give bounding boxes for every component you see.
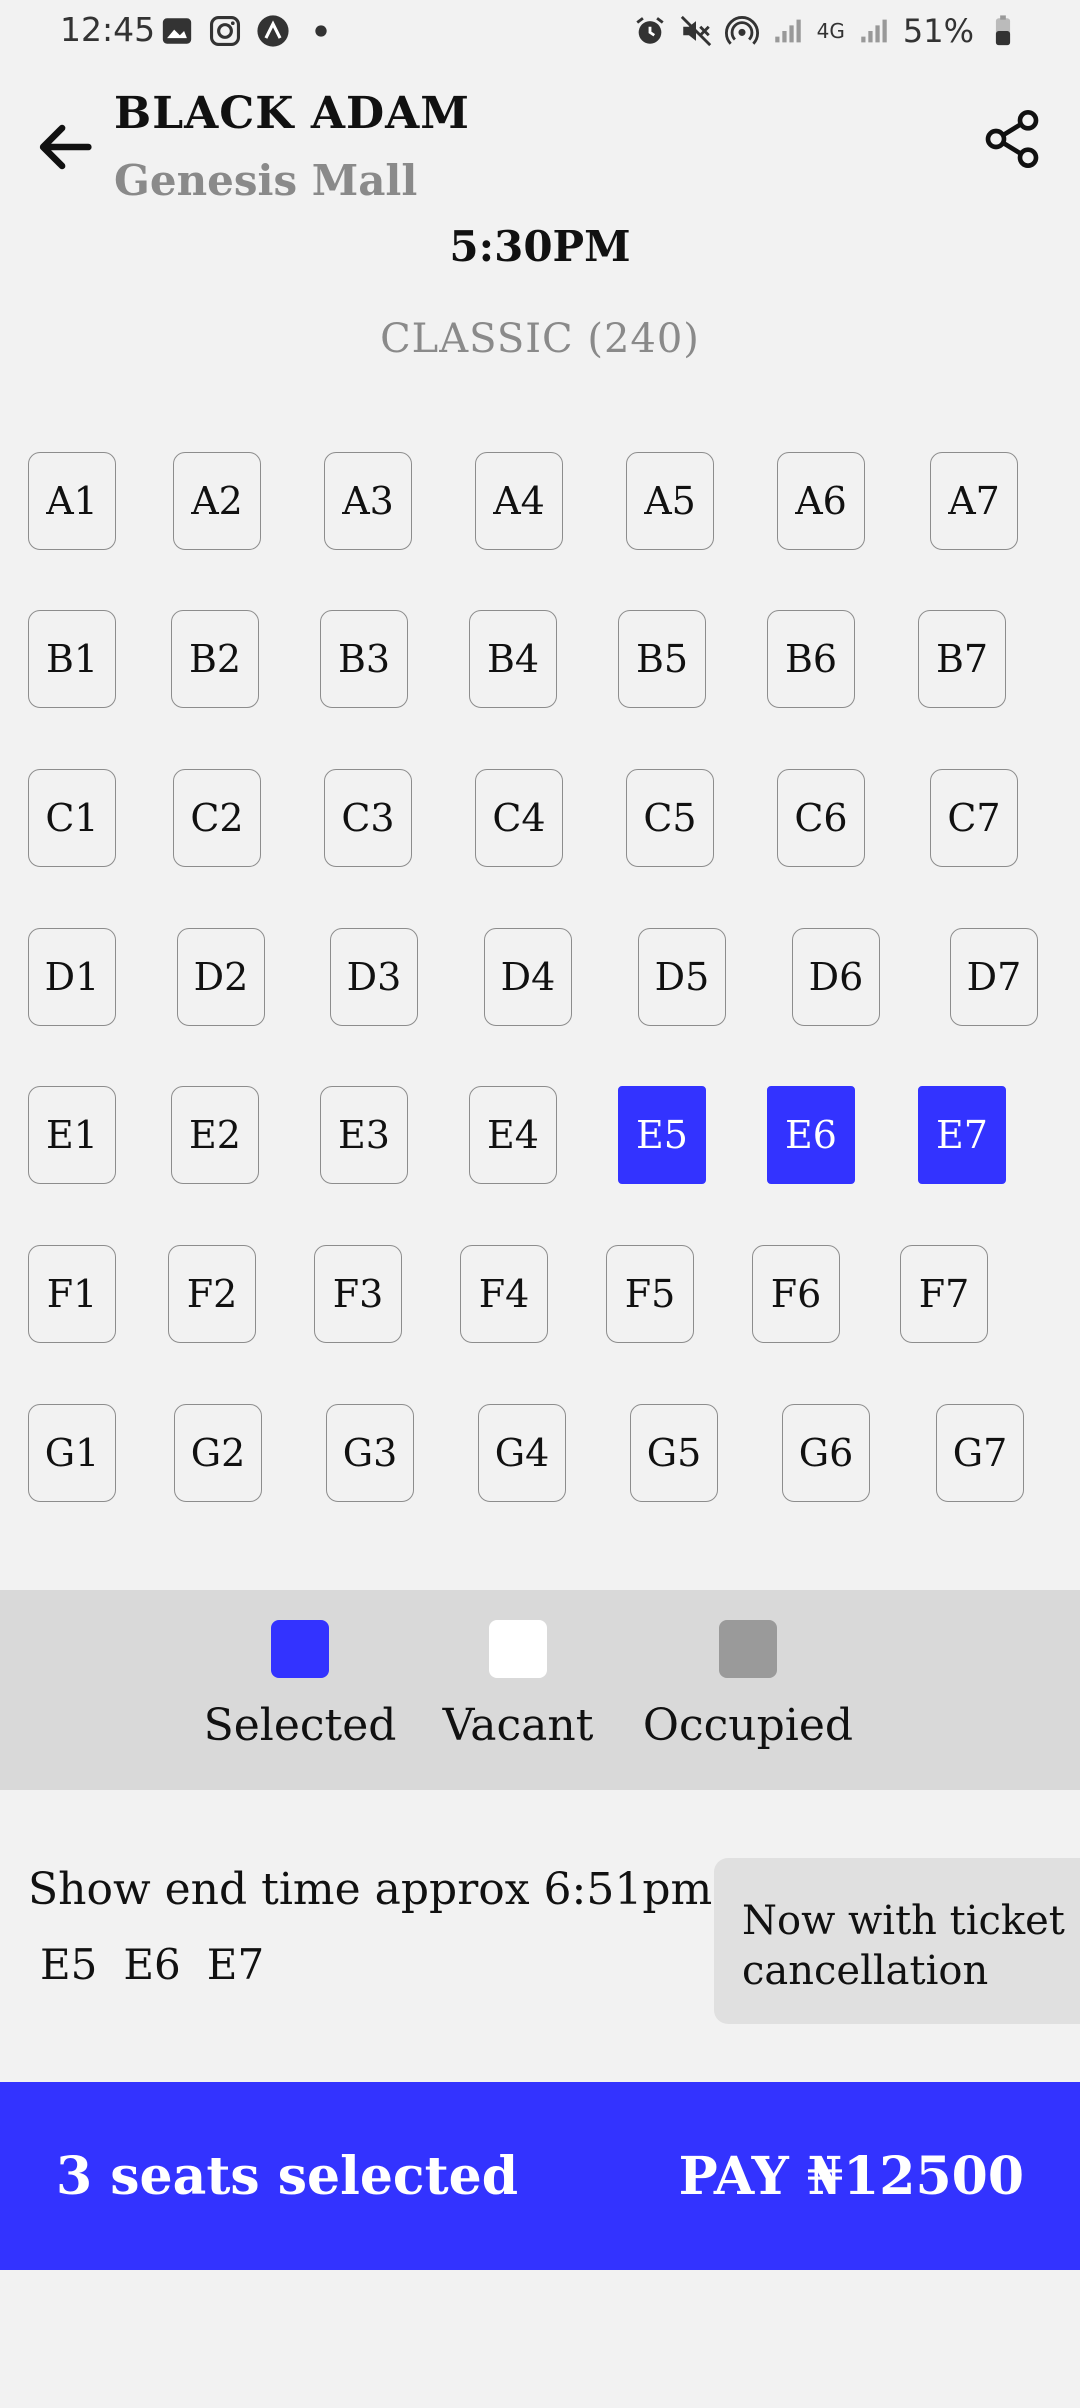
- seat-d6[interactable]: D6: [792, 928, 880, 1026]
- legend-selected: Selected: [200, 1620, 400, 1751]
- gallery-icon: [162, 18, 192, 44]
- seat-c3[interactable]: C3: [324, 769, 412, 867]
- seat-c6[interactable]: C6: [777, 769, 865, 867]
- seat-a3[interactable]: A3: [324, 452, 412, 550]
- seat-a6[interactable]: A6: [777, 452, 865, 550]
- seat-a5[interactable]: A5: [626, 452, 714, 550]
- seats-selected-count: 3 seats selected: [56, 2146, 519, 2207]
- seat-e2[interactable]: E2: [171, 1086, 259, 1184]
- seat-e4[interactable]: E4: [469, 1086, 557, 1184]
- legend-vacant-label: Vacant: [442, 1700, 594, 1751]
- seat-a1[interactable]: A1: [28, 452, 116, 550]
- status-bar: 12:45 4G 51%: [0, 0, 1080, 64]
- seat-c7[interactable]: C7: [930, 769, 1018, 867]
- seat-a7[interactable]: A7: [930, 452, 1018, 550]
- seat-b1[interactable]: B1: [28, 610, 116, 708]
- pay-button[interactable]: PAY ₦12500: [679, 2146, 1024, 2207]
- battery-icon: [995, 15, 1011, 46]
- seat-b3[interactable]: B3: [320, 610, 408, 708]
- seat-b6[interactable]: B6: [767, 610, 855, 708]
- app-icon: [257, 15, 289, 47]
- seat-e5[interactable]: E5: [618, 1086, 706, 1184]
- network-label: 4G: [816, 19, 845, 43]
- show-end-time: Show end time approx 6:51pm: [28, 1864, 713, 1915]
- seat-g4[interactable]: G4: [478, 1404, 566, 1502]
- showtime: 5:30PM: [449, 222, 631, 271]
- seat-class-label: CLASSIC (240): [380, 316, 700, 362]
- seat-c4[interactable]: C4: [475, 769, 563, 867]
- seat-d5[interactable]: D5: [638, 928, 726, 1026]
- seat-b4[interactable]: B4: [469, 610, 557, 708]
- seat-g7[interactable]: G7: [936, 1404, 1024, 1502]
- cinema-name: Genesis Mall: [114, 156, 418, 205]
- mute-icon: [680, 15, 711, 47]
- seat-g5[interactable]: G5: [630, 1404, 718, 1502]
- legend-occupied: Occupied: [628, 1620, 868, 1751]
- seat-d1[interactable]: D1: [28, 928, 116, 1026]
- seat-f4[interactable]: F4: [460, 1245, 548, 1343]
- seat-d4[interactable]: D4: [484, 928, 572, 1026]
- pay-bar[interactable]: 3 seats selected PAY ₦12500: [0, 2082, 1080, 2270]
- seat-a2[interactable]: A2: [173, 452, 261, 550]
- seat-g2[interactable]: G2: [174, 1404, 262, 1502]
- seat-d2[interactable]: D2: [177, 928, 265, 1026]
- alarm-icon: [636, 17, 664, 44]
- selected-seat-list: E5 E6 E7: [40, 1940, 264, 1989]
- seat-legend: Selected Vacant Occupied: [0, 1590, 1080, 1790]
- seat-c5[interactable]: C5: [626, 769, 714, 867]
- seat-d7[interactable]: D7: [950, 928, 1038, 1026]
- seat-e7[interactable]: E7: [918, 1086, 1006, 1184]
- seat-g1[interactable]: G1: [28, 1404, 116, 1502]
- seat-e1[interactable]: E1: [28, 1086, 116, 1184]
- hotspot-icon: [724, 16, 759, 45]
- dot-icon: [315, 25, 327, 37]
- seat-a4[interactable]: A4: [475, 452, 563, 550]
- promo-line-1: Now with ticket: [742, 1898, 1065, 1944]
- seat-e6[interactable]: E6: [767, 1086, 855, 1184]
- seat-c1[interactable]: C1: [28, 769, 116, 867]
- status-left-icons: [160, 14, 338, 48]
- legend-occupied-swatch: [719, 1620, 777, 1678]
- selected-seat-chip: E5: [40, 1940, 98, 1989]
- seat-b2[interactable]: B2: [171, 610, 259, 708]
- seat-f1[interactable]: F1: [28, 1245, 116, 1343]
- seat-c2[interactable]: C2: [173, 769, 261, 867]
- seat-g6[interactable]: G6: [782, 1404, 870, 1502]
- share-icon[interactable]: [980, 104, 1044, 174]
- seat-g3[interactable]: G3: [326, 1404, 414, 1502]
- selected-seat-chip: E6: [123, 1940, 181, 1989]
- seat-f2[interactable]: F2: [168, 1245, 256, 1343]
- legend-vacant-swatch: [489, 1620, 547, 1678]
- instagram-icon: [209, 15, 241, 47]
- legend-occupied-label: Occupied: [642, 1700, 854, 1751]
- seat-f3[interactable]: F3: [314, 1245, 402, 1343]
- selected-seat-chip: E7: [206, 1940, 265, 1989]
- status-right-icons: 4G 51%: [633, 12, 1020, 50]
- legend-selected-swatch: [271, 1620, 329, 1678]
- promo-line-2: cancellation: [742, 1948, 989, 1994]
- status-time: 12:45: [60, 10, 156, 49]
- ticket-cancellation-banner[interactable]: Now with ticket cancellation: [714, 1858, 1080, 2024]
- signal-icon: [774, 19, 801, 43]
- arrow-left-icon[interactable]: [30, 112, 100, 182]
- legend-selected-label: Selected: [203, 1700, 397, 1751]
- seat-b5[interactable]: B5: [618, 610, 706, 708]
- signal-icon: [861, 19, 887, 43]
- legend-vacant: Vacant: [418, 1620, 618, 1751]
- battery-percent: 51%: [902, 12, 974, 50]
- seat-d3[interactable]: D3: [330, 928, 418, 1026]
- seat-f6[interactable]: F6: [752, 1245, 840, 1343]
- movie-title: BLACK ADAM: [114, 88, 470, 139]
- seat-b7[interactable]: B7: [918, 610, 1006, 708]
- seat-e3[interactable]: E3: [320, 1086, 408, 1184]
- seat-f5[interactable]: F5: [606, 1245, 694, 1343]
- seat-f7[interactable]: F7: [900, 1245, 988, 1343]
